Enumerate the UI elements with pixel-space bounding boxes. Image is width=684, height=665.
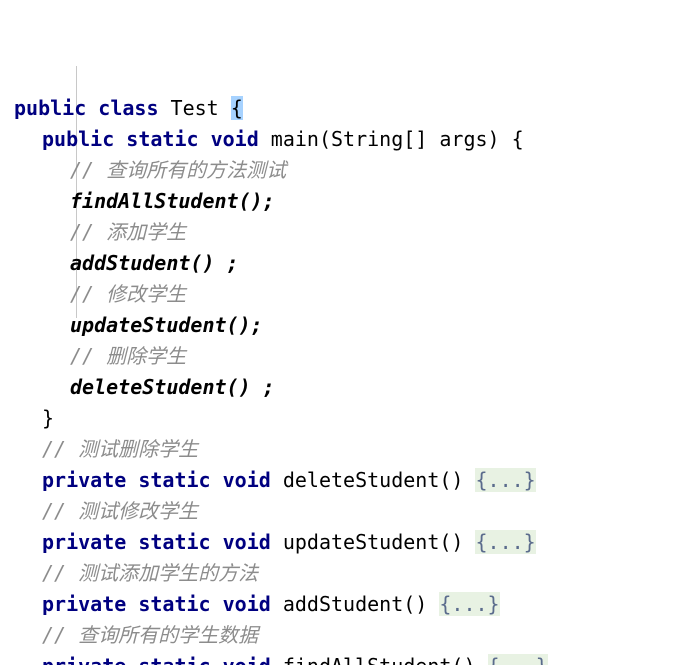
line-main-signature[interactable]: public static void main(String[] args) { <box>0 124 684 155</box>
token-cmt: // 删除学生 <box>70 344 187 368</box>
token-kw: public class <box>14 96 171 120</box>
line-call-update[interactable]: updateStudent(); <box>0 310 684 341</box>
token-plain: main(String[] args) { <box>270 127 524 151</box>
token-fold[interactable]: {...} <box>475 468 536 492</box>
token-call: () ; <box>190 251 239 275</box>
token-kw: private static void <box>42 592 283 616</box>
line-call-add[interactable]: addStudent() ; <box>0 248 684 279</box>
line-comment-find-all[interactable]: // 查询所有的方法测试 <box>0 155 684 186</box>
line-method-find-all-student[interactable]: private static void findAllStudent() {..… <box>0 651 684 665</box>
token-kw: private static void <box>42 654 283 665</box>
token-kw: private static void <box>42 468 283 492</box>
line-method-delete-student[interactable]: private static void deleteStudent() {...… <box>0 465 684 496</box>
token-kw: private static void <box>42 530 283 554</box>
token-kw: public static void <box>42 127 271 151</box>
token-call: (); <box>238 189 275 213</box>
token-plain: updateStudent() <box>282 530 476 554</box>
line-comment-test-delete[interactable]: // 测试删除学生 <box>0 434 684 465</box>
token-plain: findAllStudent() <box>283 654 488 665</box>
code-line-list: public class Test {public static void ma… <box>0 93 684 665</box>
line-comment-test-find-all[interactable]: // 查询所有的学生数据 <box>0 620 684 651</box>
token-plain: addStudent() <box>282 592 440 616</box>
token-cmt: // 测试删除学生 <box>42 437 199 461</box>
line-comment-test-add[interactable]: // 测试添加学生的方法 <box>0 558 684 589</box>
token-cmt: // 查询所有的方法测试 <box>70 158 287 182</box>
token-plain: } <box>42 406 55 430</box>
token-fold[interactable]: {...} <box>439 592 500 616</box>
line-comment-add[interactable]: // 添加学生 <box>0 217 684 248</box>
line-call-delete[interactable]: deleteStudent() ; <box>0 372 684 403</box>
token-cmt: // 修改学生 <box>70 282 187 306</box>
token-call: deleteStudent <box>70 375 227 399</box>
line-main-close[interactable]: } <box>0 403 684 434</box>
token-cmt: // 添加学生 <box>70 220 187 244</box>
line-class-decl[interactable]: public class Test { <box>0 93 684 124</box>
line-call-find-all[interactable]: findAllStudent(); <box>0 186 684 217</box>
token-brace-match: { <box>230 96 243 120</box>
token-call: (); <box>226 313 263 337</box>
token-fold[interactable]: {...} <box>487 654 548 665</box>
token-call: updateStudent <box>70 313 227 337</box>
line-method-update-student[interactable]: private static void updateStudent() {...… <box>0 527 684 558</box>
line-comment-test-update[interactable]: // 测试修改学生 <box>0 496 684 527</box>
token-call: () ; <box>226 375 275 399</box>
token-fold[interactable]: {...} <box>475 530 536 554</box>
code-editor[interactable]: public class Test {public static void ma… <box>0 0 684 665</box>
line-comment-update[interactable]: // 修改学生 <box>0 279 684 310</box>
token-call: addStudent <box>70 251 191 275</box>
token-plain: Test <box>170 96 231 120</box>
line-method-add-student[interactable]: private static void addStudent() {...} <box>0 589 684 620</box>
token-cmt: // 测试添加学生的方法 <box>42 561 259 585</box>
token-cmt: // 查询所有的学生数据 <box>42 623 259 647</box>
token-plain: deleteStudent() <box>282 468 476 492</box>
token-call: findAllStudent <box>70 189 239 213</box>
line-comment-delete[interactable]: // 删除学生 <box>0 341 684 372</box>
token-cmt: // 测试修改学生 <box>42 499 199 523</box>
